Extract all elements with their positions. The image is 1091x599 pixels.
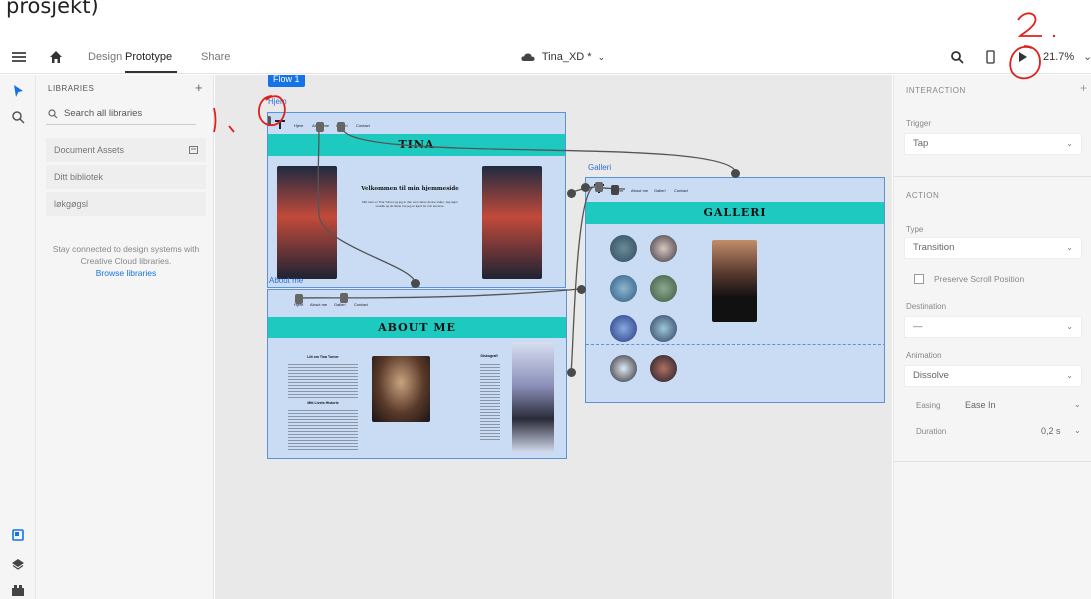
xd-window: prosjekt) Design Prototype Share Tina_XD… (0, 0, 1091, 599)
handwritten-annotations (213, 12, 1056, 133)
